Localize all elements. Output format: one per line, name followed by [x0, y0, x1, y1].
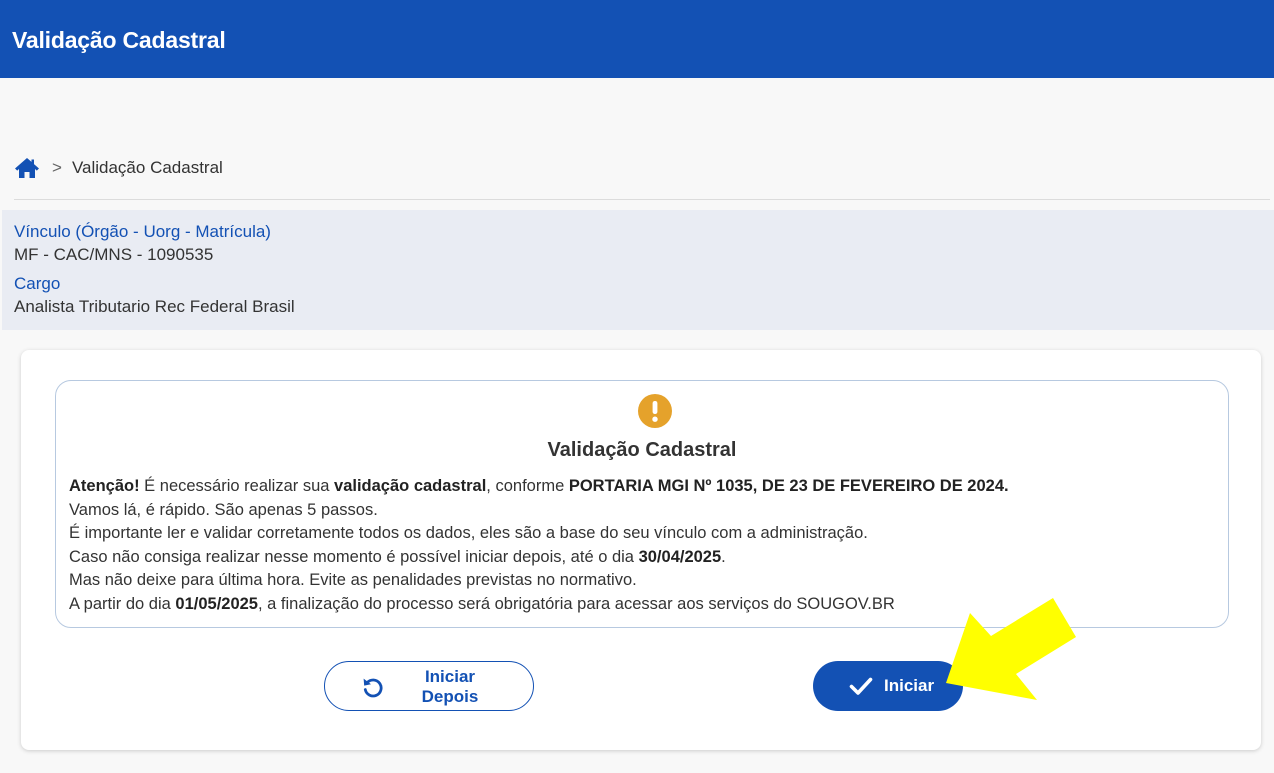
- notice-text: Caso não consiga realizar nesse momento …: [69, 547, 639, 566]
- notice-text: A partir do dia: [69, 594, 176, 613]
- app-title: Validação Cadastral: [12, 27, 226, 53]
- start-button-label: Iniciar: [884, 676, 935, 695]
- portaria-reference: PORTARIA MGI Nº 1035, DE 23 DE FEVEREIRO…: [568, 477, 1009, 495]
- start-later-label-line-1: Iniciar: [424, 667, 476, 686]
- breadcrumb: > Validação Cadastral: [14, 155, 223, 181]
- cargo-label: Cargo: [14, 274, 61, 293]
- notice-text: É necessário realizar sua: [139, 477, 335, 495]
- notice-box: Validação Cadastral Atenção! É necessári…: [55, 380, 1229, 628]
- exclamation-circle-icon: [638, 394, 672, 428]
- breadcrumb-separator: >: [52, 158, 62, 177]
- breadcrumb-current: Validação Cadastral: [71, 158, 223, 177]
- cargo-value: Analista Tributario Rec Federal Brasil: [14, 297, 295, 316]
- vinculo-label: Vínculo (Órgão - Uorg - Matrícula): [14, 222, 271, 241]
- deadline-date: 30/04/2025: [638, 547, 722, 566]
- notice-line-2: Vamos lá, é rápido. São apenas 5 passos.: [69, 500, 378, 519]
- yellow-arrow-icon: [946, 598, 1076, 700]
- notice-text: .: [721, 547, 726, 566]
- start-later-label: Iniciar Depois: [411, 667, 489, 707]
- notice-text: , conforme: [486, 477, 569, 495]
- vinculo-value: MF - CAC/MNS - 1090535: [14, 245, 214, 264]
- notice-line-1: Atenção! É necessário realizar sua valid…: [69, 475, 1219, 499]
- attention-label: Atenção!: [69, 477, 140, 495]
- notice-line-3: É importante ler e validar corretamente …: [69, 524, 868, 542]
- check-icon: [849, 677, 873, 695]
- notice-title: Validação Cadastral: [547, 439, 737, 461]
- start-later-button[interactable]: Iniciar Depois: [324, 661, 534, 711]
- breadcrumb-divider: [14, 199, 1270, 200]
- app-header: Validação Cadastral: [0, 0, 1274, 78]
- info-panel: Vínculo (Órgão - Uorg - Matrícula) MF - …: [2, 210, 1274, 330]
- mandatory-date: 01/05/2025: [175, 594, 258, 613]
- notice-body: Atenção! É necessário realizar sua valid…: [69, 475, 1219, 616]
- undo-icon: [363, 678, 383, 698]
- home-icon[interactable]: [14, 157, 40, 179]
- notice-line-5: Mas não deixe para última hora. Evite as…: [69, 571, 637, 589]
- notice-line-4: Caso não consiga realizar nesse momento …: [69, 546, 1219, 570]
- start-later-label-line-2: Depois: [421, 687, 479, 706]
- validation-emphasis: validação cadastral: [334, 477, 487, 495]
- notice-text: , a finalização do processo será obrigat…: [258, 594, 895, 613]
